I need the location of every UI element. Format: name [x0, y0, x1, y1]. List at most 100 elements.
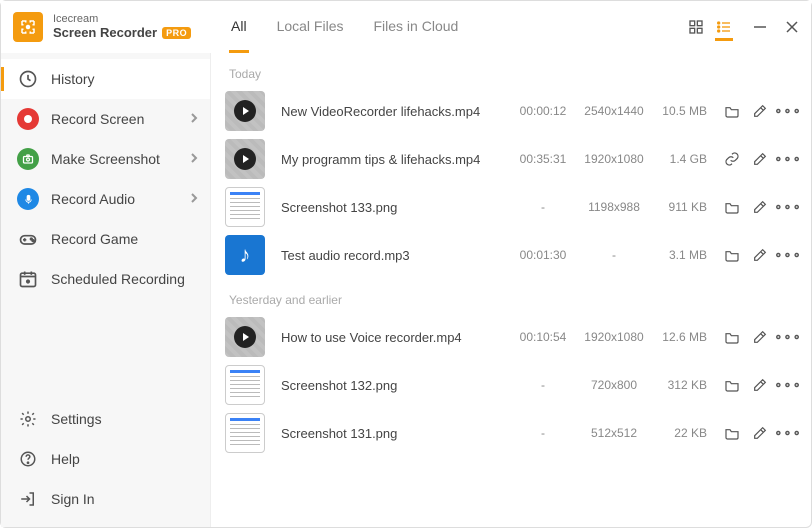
record-icon	[17, 108, 39, 130]
sidebar-item-record-screen[interactable]: Record Screen	[1, 99, 210, 139]
file-resolution: 1920x1080	[573, 330, 655, 344]
file-name: How to use Voice recorder.mp4	[281, 330, 513, 345]
sidebar-item-record-game[interactable]: Record Game	[1, 219, 210, 259]
file-resolution: 2540x1440	[573, 104, 655, 118]
file-size: 10.5 MB	[655, 104, 715, 118]
file-size: 3.1 MB	[655, 248, 715, 262]
sidebar-item-sign-in[interactable]: Sign In	[1, 479, 210, 519]
file-duration: 00:10:54	[513, 330, 573, 344]
sidebar-item-record-audio[interactable]: Record Audio	[1, 179, 210, 219]
clock-icon	[17, 68, 39, 90]
schedule-icon	[17, 268, 39, 290]
gear-icon	[17, 408, 39, 430]
file-name: Screenshot 133.png	[281, 200, 513, 215]
more-options-button[interactable]: ∘∘∘	[777, 244, 799, 266]
section-header: Yesterday and earlier	[225, 279, 811, 313]
sidebar-item-label: Record Screen	[51, 111, 144, 127]
sidebar-item-help[interactable]: Help	[1, 439, 210, 479]
file-list[interactable]: TodayNew VideoRecorder lifehacks.mp400:0…	[211, 53, 811, 527]
sidebar-item-label: Make Screenshot	[51, 151, 160, 167]
file-thumbnail[interactable]	[225, 91, 265, 131]
sidebar-item-history[interactable]: History	[1, 59, 210, 99]
file-thumbnail[interactable]	[225, 413, 265, 453]
more-options-button[interactable]: ∘∘∘	[777, 196, 799, 218]
file-thumbnail[interactable]	[225, 365, 265, 405]
edit-button[interactable]	[749, 422, 771, 444]
file-thumbnail[interactable]	[225, 235, 265, 275]
chevron-right-icon	[190, 151, 198, 167]
grid-view-toggle[interactable]	[687, 18, 705, 41]
brand-title: Screen Recorder	[53, 26, 157, 41]
minimize-button[interactable]	[753, 20, 767, 34]
sidebar-item-make-screenshot[interactable]: Make Screenshot	[1, 139, 210, 179]
file-row[interactable]: Screenshot 132.png-720x800312 KB ∘∘∘	[225, 361, 811, 409]
sidebar-item-label: Record Game	[51, 231, 138, 247]
titlebar: Icecream Screen Recorder PRO All Local Fi…	[1, 1, 811, 53]
more-options-button[interactable]: ∘∘∘	[777, 100, 799, 122]
camera-icon	[17, 148, 39, 170]
gamepad-icon	[17, 228, 39, 250]
file-duration: 00:00:12	[513, 104, 573, 118]
more-options-button[interactable]: ∘∘∘	[777, 326, 799, 348]
edit-button[interactable]	[749, 100, 771, 122]
sidebar-item-scheduled-recording[interactable]: Scheduled Recording	[1, 259, 210, 299]
file-size: 22 KB	[655, 426, 715, 440]
edit-button[interactable]	[749, 196, 771, 218]
file-duration: 00:35:31	[513, 152, 573, 166]
file-name: Screenshot 132.png	[281, 378, 513, 393]
sidebar-item-label: Settings	[51, 411, 102, 427]
file-size: 312 KB	[655, 378, 715, 392]
folder-action-button[interactable]	[721, 244, 743, 266]
file-row[interactable]: My programm tips & lifehacks.mp400:35:31…	[225, 135, 811, 183]
close-button[interactable]	[785, 20, 799, 34]
more-options-button[interactable]: ∘∘∘	[777, 422, 799, 444]
tab-local-files[interactable]: Local Files	[275, 13, 346, 53]
folder-action-button[interactable]	[721, 326, 743, 348]
edit-button[interactable]	[749, 374, 771, 396]
pro-badge: PRO	[162, 27, 191, 39]
file-duration: -	[513, 200, 573, 214]
sidebar-item-label: Record Audio	[51, 191, 135, 207]
sidebar-item-label: Help	[51, 451, 80, 467]
file-duration: 00:01:30	[513, 248, 573, 262]
file-size: 12.6 MB	[655, 330, 715, 344]
tab-files-in-cloud[interactable]: Files in Cloud	[371, 13, 460, 53]
file-thumbnail[interactable]	[225, 317, 265, 357]
brand: Icecream Screen Recorder PRO	[1, 1, 211, 53]
file-size: 1.4 GB	[655, 152, 715, 166]
file-size: 911 KB	[655, 200, 715, 214]
file-row[interactable]: How to use Voice recorder.mp400:10:54192…	[225, 313, 811, 361]
folder-action-button[interactable]	[721, 196, 743, 218]
file-duration: -	[513, 426, 573, 440]
file-resolution: 720x800	[573, 378, 655, 392]
file-row[interactable]: New VideoRecorder lifehacks.mp400:00:122…	[225, 87, 811, 135]
file-thumbnail[interactable]	[225, 187, 265, 227]
folder-action-button[interactable]	[721, 374, 743, 396]
list-view-toggle[interactable]	[715, 18, 733, 41]
edit-button[interactable]	[749, 244, 771, 266]
more-options-button[interactable]: ∘∘∘	[777, 374, 799, 396]
file-row[interactable]: Test audio record.mp300:01:30-3.1 MB∘∘∘	[225, 231, 811, 279]
file-name: Screenshot 131.png	[281, 426, 513, 441]
brand-subtitle: Icecream	[53, 13, 191, 26]
edit-button[interactable]	[749, 326, 771, 348]
folder-action-button[interactable]	[721, 100, 743, 122]
file-row[interactable]: Screenshot 133.png-1198x988911 KB ∘∘∘	[225, 183, 811, 231]
file-duration: -	[513, 378, 573, 392]
file-resolution: -	[573, 248, 655, 262]
mic-icon	[17, 188, 39, 210]
more-options-button[interactable]: ∘∘∘	[777, 148, 799, 170]
app-logo	[13, 12, 43, 42]
help-icon	[17, 448, 39, 470]
folder-action-button[interactable]	[721, 422, 743, 444]
edit-button[interactable]	[749, 148, 771, 170]
file-row[interactable]: Screenshot 131.png-512x51222 KB ∘∘∘	[225, 409, 811, 457]
tab-all[interactable]: All	[229, 13, 249, 53]
file-resolution: 1198x988	[573, 200, 655, 214]
section-header: Today	[225, 53, 811, 87]
sidebar-item-label: History	[51, 71, 95, 87]
file-resolution: 512x512	[573, 426, 655, 440]
file-thumbnail[interactable]	[225, 139, 265, 179]
link-action-button[interactable]	[721, 148, 743, 170]
sidebar-item-settings[interactable]: Settings	[1, 399, 210, 439]
